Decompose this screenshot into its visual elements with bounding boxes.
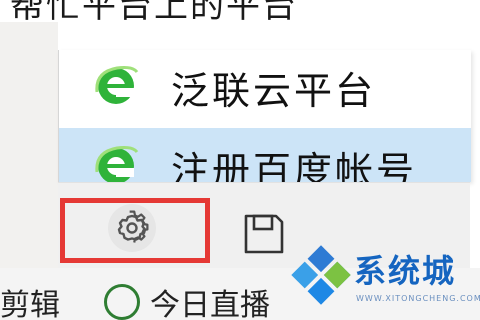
bottom-left-text: 剪辑 (0, 288, 60, 320)
bottom-mid-text: 今日直播 (150, 288, 270, 320)
ie-browser-icon (95, 66, 139, 104)
play-circle-icon (104, 284, 140, 320)
context-menu: 泛联云平台 注册百度帐号 (58, 50, 471, 182)
watermark-domain: WWW.XITONGCHENG.COM (356, 294, 480, 303)
header-partial-text: 帮忙平台上的平台 (10, 0, 298, 22)
watermark-name: 系统城 (354, 252, 457, 290)
floppy-disk-icon (244, 214, 284, 254)
xitongcheng-logo-icon (291, 245, 351, 305)
save-button[interactable] (238, 208, 290, 260)
header-strip: 帮忙平台上的平台 (0, 0, 480, 22)
menu-item-register-baidu[interactable]: 注册百度帐号 (59, 128, 471, 182)
menu-item-label: 泛联云平台 (171, 69, 377, 113)
watermark: 系统城 WWW.XITONGCHENG.COM (284, 236, 480, 320)
red-highlight-box (60, 198, 210, 263)
menu-item-fanlian-cloud[interactable]: 泛联云平台 (59, 50, 471, 122)
top-gap (58, 22, 480, 50)
menu-item-label: 注册百度帐号 (171, 149, 418, 182)
ie-browser-icon (95, 146, 139, 182)
